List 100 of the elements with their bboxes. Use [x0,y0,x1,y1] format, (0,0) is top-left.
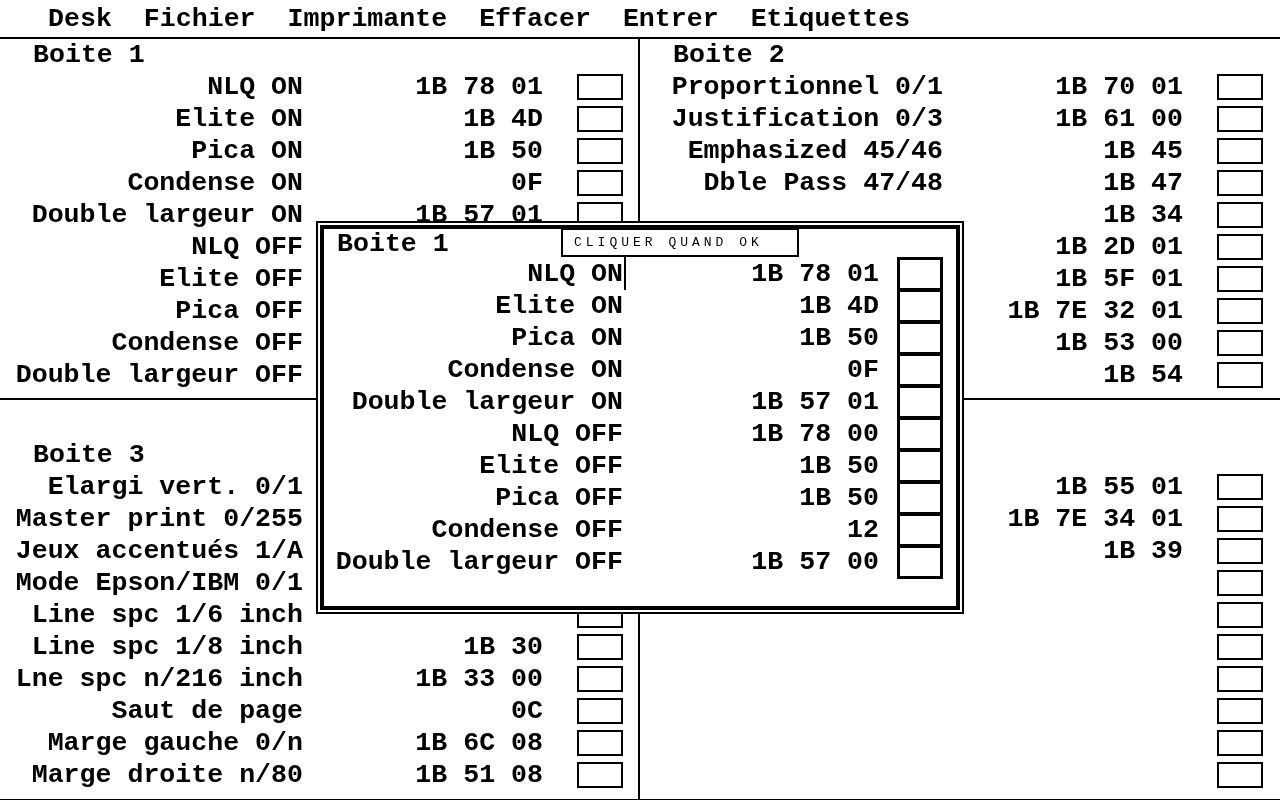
setting-label: Condense OFF [431,514,623,546]
checkbox[interactable] [1217,730,1263,756]
setting-label: Double largeur ON [351,386,623,418]
checkbox[interactable] [897,385,943,419]
setting-label: Dble Pass 47/48 [703,167,943,199]
checkbox[interactable] [1217,106,1263,132]
checkbox[interactable] [577,730,623,756]
hex-code: 1B 57 00 [751,546,879,578]
checkbox[interactable] [897,513,943,547]
checkbox[interactable] [1217,74,1263,100]
setting-label: Marge gauche 0/n [47,727,303,759]
checkbox[interactable] [1217,634,1263,660]
setting-label: Condense ON [447,354,623,386]
group-title: Boite 2 [673,39,785,71]
checkbox[interactable] [1217,570,1263,596]
hex-code: 1B 33 00 [415,663,543,695]
checkbox[interactable] [897,353,943,387]
checkbox[interactable] [1217,602,1263,628]
checkbox[interactable] [1217,234,1263,260]
setting-label: Justification 0/3 [671,103,943,135]
checkbox[interactable] [897,257,943,291]
hex-code: 12 [847,514,879,546]
menu-item[interactable]: Effacer [479,2,591,35]
hex-code: 1B 61 00 [1055,103,1183,135]
checkbox[interactable] [577,138,623,164]
setting-label: Elite ON [495,290,623,322]
hex-code: 1B 78 01 [415,71,543,103]
checkbox[interactable] [577,106,623,132]
setting-label: Line spc 1/8 inch [31,631,303,663]
hex-code: 1B 5F 01 [1055,263,1183,295]
setting-label: Double largeur ON [31,199,303,231]
checkbox[interactable] [1217,298,1263,324]
hex-code: 1B 50 [799,482,879,514]
checkbox[interactable] [897,545,943,579]
checkbox[interactable] [1217,506,1263,532]
setting-label: Mode Epson/IBM 0/1 [15,567,303,599]
checkbox[interactable] [1217,138,1263,164]
checkbox[interactable] [1217,202,1263,228]
menu-item[interactable]: Etiquettes [750,2,911,35]
hex-code: 1B 50 [799,322,879,354]
hex-code: 1B 54 [1103,359,1183,391]
setting-label: Saut de page [111,695,303,727]
setting-label: Proportionnel 0/1 [671,71,943,103]
checkbox[interactable] [1217,538,1263,564]
hex-code: 0C [511,695,543,727]
checkbox[interactable] [577,666,623,692]
checkbox[interactable] [1217,474,1263,500]
setting-label: Jeux accentués 1/A [15,535,303,567]
hex-code: 1B 34 [1103,199,1183,231]
checkbox[interactable] [577,74,623,100]
group-title: Boite 1 [33,39,145,71]
checkbox[interactable] [577,634,623,660]
setting-label: NLQ OFF [511,418,623,450]
hex-code: 1B 57 01 [751,386,879,418]
hex-code: 0F [511,167,543,199]
group-title: Boite 3 [33,439,145,471]
setting-label: Master print 0/255 [15,503,303,535]
checkbox[interactable] [1217,170,1263,196]
hex-code: 1B 78 00 [751,418,879,450]
checkbox[interactable] [897,289,943,323]
checkbox[interactable] [577,762,623,788]
setting-label: Elite ON [175,103,303,135]
menu-item[interactable]: Entrer [622,2,719,35]
setting-label: Emphasized 45/46 [687,135,943,167]
hex-code: 0F [847,354,879,386]
hex-code: 1B 53 00 [1055,327,1183,359]
checkbox[interactable] [577,170,623,196]
setting-label: Elite OFF [479,450,623,482]
hex-code: 1B 39 [1103,535,1183,567]
checkbox[interactable] [897,481,943,515]
checkbox[interactable] [1217,362,1263,388]
setting-label: Elargi vert. 0/1 [47,471,303,503]
hex-code: 1B 4D [463,103,543,135]
setting-label: Pica OFF [495,482,623,514]
checkbox[interactable] [897,449,943,483]
ok-button[interactable]: CLIQUER QUAND OK [561,228,799,257]
checkbox[interactable] [897,321,943,355]
setting-label: Condense OFF [111,327,303,359]
checkbox[interactable] [897,417,943,451]
hex-code: 1B 7E 32 01 [1007,295,1183,327]
hex-code: 1B 45 [1103,135,1183,167]
hex-code: 1B 6C 08 [415,727,543,759]
menu-item[interactable]: Imprimante [287,2,448,35]
menu-item[interactable]: Fichier [143,2,256,35]
checkbox[interactable] [577,698,623,724]
hex-code: 1B 50 [799,450,879,482]
hex-code: 1B 4D [799,290,879,322]
hex-code: 1B 2D 01 [1055,231,1183,263]
checkbox[interactable] [1217,762,1263,788]
checkbox[interactable] [1217,330,1263,356]
menu-item[interactable]: Desk [48,2,112,35]
setting-label: Marge droite n/80 [31,759,303,791]
setting-label: Pica OFF [175,295,303,327]
hex-code: 1B 7E 34 01 [1007,503,1183,535]
hex-code: 1B 55 01 [1055,471,1183,503]
checkbox[interactable] [1217,666,1263,692]
setting-label: Elite OFF [159,263,303,295]
dialog-title: Boite 1 [337,227,449,260]
checkbox[interactable] [1217,698,1263,724]
checkbox[interactable] [1217,266,1263,292]
